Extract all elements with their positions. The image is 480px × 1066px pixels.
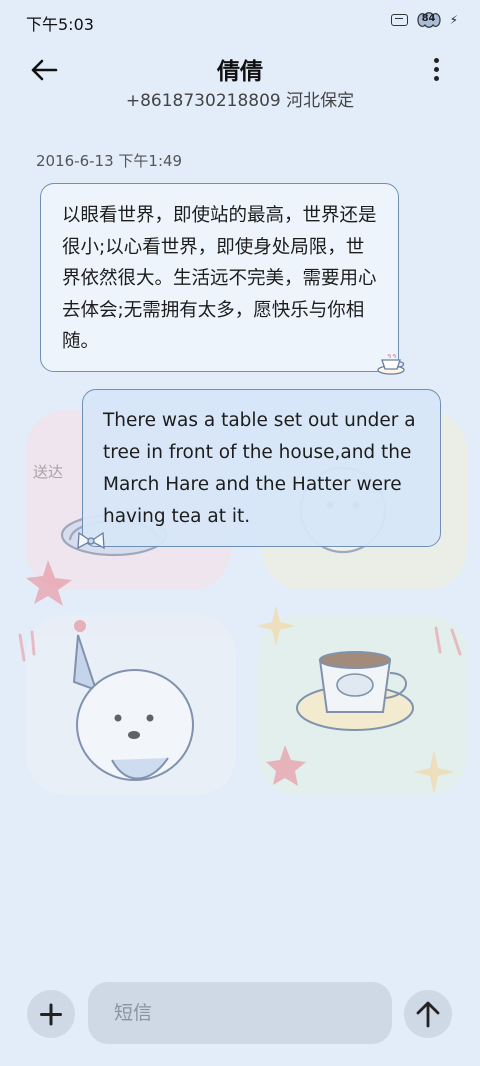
battery-level: 84: [421, 13, 436, 24]
message-timestamp: 2016-6-13 下午1:49: [36, 152, 183, 170]
arrow-up-icon: [416, 1001, 440, 1028]
teacup-sticker-icon: [377, 354, 405, 375]
bow-sticker-icon: [77, 531, 105, 550]
outgoing-message-text: There was a table set out under a tree i…: [103, 410, 416, 527]
contact-number: +8618730218809 河北保定: [125, 91, 355, 111]
battery-icon: 84: [414, 11, 444, 29]
status-time: 下午5:03: [26, 15, 94, 34]
send-button[interactable]: [404, 990, 452, 1038]
more-options-button[interactable]: [428, 58, 444, 84]
add-attachment-button[interactable]: [27, 990, 75, 1038]
outgoing-message-bubble[interactable]: There was a table set out under a tree i…: [82, 389, 441, 547]
message-input[interactable]: [88, 982, 392, 1044]
contact-name: 倩倩: [217, 59, 263, 85]
incoming-message-text: 以眼看世界，即使站的最高，世界还是很小;以心看世界，即使身处局限，世界依然很大。…: [62, 205, 377, 352]
sim-icon: [390, 14, 408, 26]
status-icons: 84 ⚡: [390, 11, 458, 29]
charging-bolt-icon: ⚡: [449, 13, 458, 27]
more-vertical-icon: [433, 58, 439, 63]
incoming-message-bubble[interactable]: 以眼看世界，即使站的最高，世界还是很小;以心看世界，即使身处局限，世界依然很大。…: [40, 183, 399, 372]
status-bar: 下午5:03 84 ⚡: [0, 0, 480, 44]
